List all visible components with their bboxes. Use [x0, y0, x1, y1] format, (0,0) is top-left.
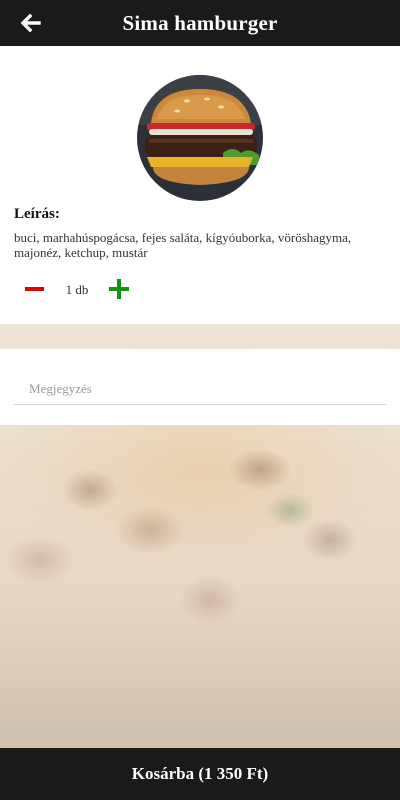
arrow-left-icon	[20, 13, 41, 33]
increase-quantity-button[interactable]	[108, 278, 130, 300]
minus-icon	[25, 287, 44, 291]
decrease-quantity-button[interactable]	[24, 278, 46, 300]
quantity-value: 1 db	[65, 282, 89, 297]
note-panel	[0, 349, 400, 425]
product-image	[137, 75, 263, 201]
product-card: Leírás: buci, marhahúspogácsa, fejes sal…	[0, 46, 400, 324]
note-input[interactable]	[14, 373, 386, 405]
top-bar: Sima hamburger	[0, 0, 400, 46]
back-button[interactable]	[16, 9, 44, 37]
add-to-cart-button[interactable]: Kosárba (1 350 Ft)	[0, 748, 400, 800]
description-text: buci, marhahúspogácsa, fejes saláta, kíg…	[14, 230, 352, 260]
page-title: Sima hamburger	[122, 10, 278, 35]
description-label: Leírás:	[14, 206, 60, 222]
